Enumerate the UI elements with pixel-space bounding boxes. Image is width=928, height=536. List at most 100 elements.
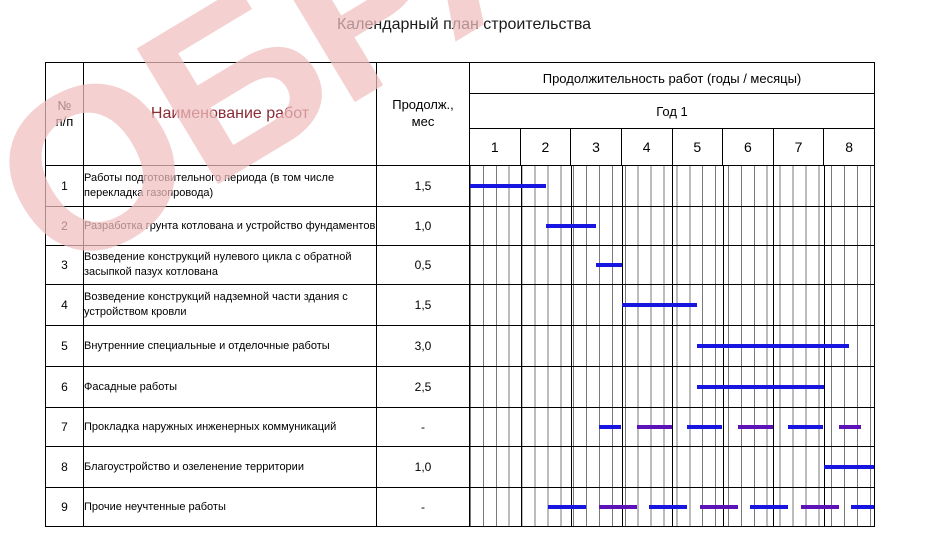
month-separator [520, 246, 522, 284]
header-month-2: 2 [519, 128, 572, 166]
gantt-track [470, 166, 874, 206]
gantt-row-cell [469, 325, 875, 367]
table-row: 1 Работы подготовительного периода (в том… [45, 165, 875, 207]
gantt-bar [697, 385, 824, 389]
month-separator [672, 447, 673, 487]
month-separator [672, 326, 673, 366]
gantt-bar [687, 425, 723, 429]
gantt-bar [636, 425, 672, 429]
gantt-track [470, 488, 874, 526]
gantt-track [470, 285, 874, 325]
gantt-bar [737, 425, 773, 429]
row-duration: - [376, 407, 470, 447]
month-separator [520, 447, 522, 487]
header-duration-line1: Продолж., [392, 97, 454, 113]
gantt-track [470, 326, 874, 366]
row-work-name: Внутренние специальные и отделочные рабо… [83, 325, 377, 367]
gantt-bar [838, 425, 862, 429]
month-separator [773, 246, 774, 284]
gantt-bar [621, 303, 698, 307]
month-separator [672, 367, 673, 407]
month-separator [621, 166, 623, 206]
gantt-bar [470, 184, 546, 188]
month-separator [672, 207, 673, 245]
row-number: 5 [45, 325, 84, 367]
gantt-bar [823, 465, 874, 469]
header-row-1: № п/п Наименование работ Продолж., мес П… [45, 62, 875, 166]
month-separator [722, 285, 724, 325]
gantt-track [470, 408, 874, 446]
month-separator [773, 408, 774, 446]
month-separator [722, 207, 724, 245]
gantt-row-cell [469, 487, 875, 527]
month-separator [773, 166, 774, 206]
table-body: 1 Работы подготовительного периода (в том… [45, 165, 875, 527]
month-separator [773, 285, 774, 325]
header-number-line1: № [57, 97, 72, 113]
month-separator [823, 246, 825, 284]
row-work-name: Возведение конструкций нулевого цикла с … [83, 245, 377, 285]
row-number: 3 [45, 245, 84, 285]
page-title: Календарный план строительства [336, 16, 592, 33]
gantt-bar [649, 505, 688, 509]
row-number: 9 [45, 487, 84, 527]
gantt-track [470, 207, 874, 245]
header-month-8: 8 [823, 128, 875, 166]
gantt-bar [545, 224, 597, 228]
gantt-track [470, 246, 874, 284]
gantt-row-cell [469, 284, 875, 326]
month-separator [520, 326, 522, 366]
month-separator [621, 207, 623, 245]
month-separator [520, 285, 522, 325]
month-separator [520, 207, 522, 245]
header-cell-duration: Продолж., мес [376, 62, 470, 166]
row-work-name: Фасадные работы [83, 366, 377, 408]
row-duration: 1,0 [376, 206, 470, 246]
gantt-bar [598, 505, 637, 509]
construction-schedule-table: № п/п Наименование работ Продолж., мес П… [45, 62, 875, 527]
row-duration: 1,5 [376, 165, 470, 207]
header-cell-number: № п/п [45, 62, 84, 166]
row-work-name: Прочие неучтенные работы [83, 487, 377, 527]
gantt-row-cell [469, 407, 875, 447]
month-separator [823, 207, 825, 245]
gantt-bar [548, 505, 587, 509]
row-work-name: Работы подготовительного периода (в том … [83, 165, 377, 207]
row-duration: 1,5 [376, 284, 470, 326]
gantt-track [470, 367, 874, 407]
month-separator [621, 326, 623, 366]
header-month-6: 6 [722, 128, 774, 166]
month-separator [621, 246, 623, 284]
row-work-name: Возведение конструкций надземной части з… [83, 284, 377, 326]
row-number: 2 [45, 206, 84, 246]
month-separator [672, 166, 673, 206]
table-row: 7 Прокладка наружных инженерных коммуника… [45, 407, 875, 447]
month-separator [571, 285, 572, 325]
header-duration-line2: мес [411, 114, 435, 129]
month-separator [571, 246, 572, 284]
month-separator [571, 166, 572, 206]
row-duration: 2,5 [376, 366, 470, 408]
header-month-1: 1 [469, 128, 521, 166]
header-month-3: 3 [570, 128, 622, 166]
month-separator [823, 408, 825, 446]
gantt-bar [800, 505, 839, 509]
month-separator [520, 408, 522, 446]
month-separator [520, 488, 522, 526]
header-cell-timeline-title: Продолжительность работ (годы / месяцы) [469, 62, 875, 94]
table-row: 9 Прочие неучтенные работы - [45, 487, 875, 527]
month-separator [672, 246, 673, 284]
gantt-bar [596, 263, 622, 267]
table-row: 6 Фасадные работы 2,5 [45, 366, 875, 408]
header-cell-year: Год 1 [469, 93, 875, 129]
month-separator [823, 367, 825, 407]
row-duration: 3,0 [376, 325, 470, 367]
gantt-bar [788, 425, 824, 429]
row-work-name: Прокладка наружных инженерных коммуникац… [83, 407, 377, 447]
gantt-row-cell [469, 446, 875, 488]
month-separator [571, 447, 572, 487]
row-number: 6 [45, 366, 84, 408]
row-work-name: Благоустройство и озеленение территории [83, 446, 377, 488]
gantt-bar [598, 425, 622, 429]
table-row: 2 Разработка грунта котлована и устройств… [45, 206, 875, 246]
